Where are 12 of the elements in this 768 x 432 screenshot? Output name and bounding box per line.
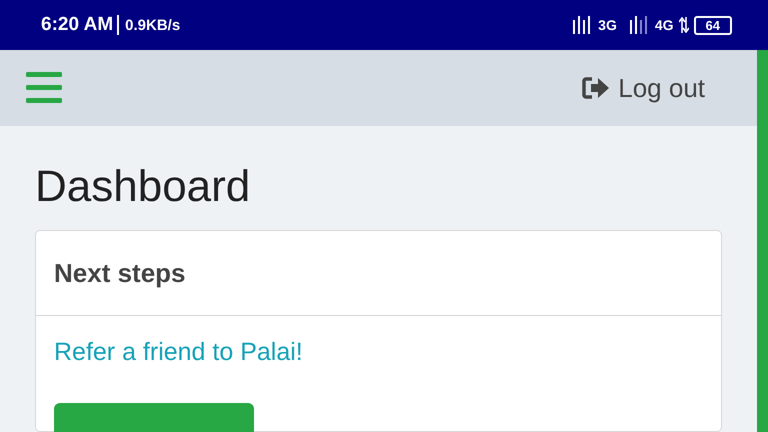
page-title: Dashboard	[35, 162, 252, 212]
network-speed: 0.9KB/s	[125, 16, 180, 34]
card-title: Next steps	[36, 231, 721, 316]
menu-button[interactable]	[26, 72, 62, 104]
network-type: 4G	[654, 17, 674, 33]
status-time: 6:20 AM	[41, 14, 114, 36]
battery-level: 64	[694, 16, 732, 34]
signal-icon	[630, 16, 650, 34]
logout-button[interactable]: Log out	[582, 72, 705, 104]
data-arrows-icon	[678, 17, 689, 33]
network-type: 3G	[598, 17, 617, 33]
logout-icon	[582, 76, 610, 100]
